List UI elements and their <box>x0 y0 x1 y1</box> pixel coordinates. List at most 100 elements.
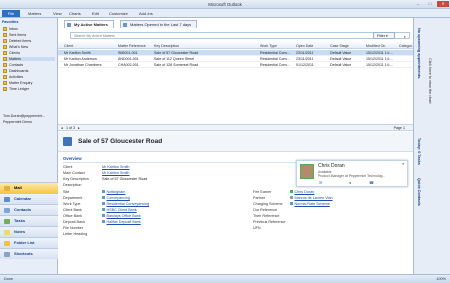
nav-item-clients[interactable]: Clients <box>3 51 20 55</box>
field-value-main-contact[interactable]: Mr Karlton Smith <box>102 171 129 175</box>
nav-item-deleted-items[interactable]: Deleted Items <box>3 39 31 43</box>
cell-open-date: 01/12/2011 <box>296 63 314 67</box>
search-icon[interactable]: ⌕ <box>404 34 406 39</box>
close-button[interactable]: ✕ <box>437 1 449 7</box>
nav-item-contacts[interactable]: Contacts <box>3 63 23 67</box>
nav-button-contacts[interactable]: Contacts <box>0 204 58 215</box>
detail-header: Sale of 57 Gloucester Road <box>58 132 413 152</box>
phone-icon[interactable]: ☎ <box>369 180 374 185</box>
lookup-icon <box>102 214 105 218</box>
col-work-type[interactable]: Work Type <box>260 44 277 48</box>
chat-icon[interactable]: ● <box>349 180 351 185</box>
favorites-header[interactable]: Favorites <box>2 20 18 24</box>
col-open-date[interactable]: Open Date <box>296 44 313 48</box>
cell-case-stage: Default Value <box>330 51 352 55</box>
nav-button-shortcuts[interactable]: Shortcuts <box>0 248 58 259</box>
lookup-icon <box>102 196 105 200</box>
field-label-our-reference: Our Reference <box>253 208 278 212</box>
no-appointments-label[interactable]: No upcoming appointments. <box>417 28 421 79</box>
pager-count: 1 of 3 <box>66 126 75 131</box>
detail-title: Sale of 57 Gloucester Road <box>78 138 163 145</box>
tab-matters[interactable]: Matters <box>28 11 41 16</box>
nav-button-tasks[interactable]: Tasks <box>0 215 58 226</box>
nav-item-activities[interactable]: Activities <box>3 75 23 79</box>
lookup-icon <box>102 208 105 212</box>
nav-button-folder-list[interactable]: Folder List <box>0 237 58 248</box>
folder-icon <box>3 33 7 37</box>
notes-icon <box>4 230 10 235</box>
table-row[interactable]: Mr Jonathan Chambers CHA002-001 Sale of … <box>58 62 413 68</box>
field-value-fee-earner[interactable]: Chris Doran <box>290 190 314 194</box>
contact-status: Available <box>318 169 332 174</box>
col-case-stage[interactable]: Case Stage <box>330 44 349 48</box>
nav-item-matters[interactable]: Matters <box>3 57 55 61</box>
field-label-previous-reference: Previous Reference <box>253 220 286 224</box>
field-value-client-bank[interactable]: HSBC Client Bank <box>102 208 137 212</box>
field-value-deposit-bank[interactable]: Halifax Deposit Bank <box>102 220 141 224</box>
mailbox-item[interactable]: Tom.Doran@peppermint... <box>3 114 45 118</box>
peppermint-demo-item[interactable]: Peppermint Demo <box>3 120 32 124</box>
search-input[interactable]: Search My Active Matters Filter ▾ ⌕ <box>70 32 410 39</box>
tab-my-active-matters[interactable]: My Active Matters <box>64 20 114 28</box>
field-value-work-type[interactable]: Residential Conveyancing <box>102 202 149 206</box>
minimize-button[interactable]: – <box>412 1 424 7</box>
nav-button-mail[interactable]: Mail <box>0 182 58 193</box>
field-value-site[interactable]: Nottingham <box>102 190 125 194</box>
tab-matters-opened-last-7-days[interactable]: Matters Opened in the Last 7 days <box>120 20 198 28</box>
presence-icon <box>290 190 293 194</box>
nav-item-sent-items[interactable]: Sent Items <box>3 33 26 37</box>
col-client[interactable]: Client <box>64 44 73 48</box>
tasks-label[interactable]: Today: 0 Tasks <box>417 138 421 165</box>
filter-dropdown[interactable]: Filter ▾ <box>373 32 395 39</box>
field-value-charging-scheme[interactable]: Normal Rate Scheme <box>290 202 330 206</box>
status-text: Done <box>4 277 14 281</box>
folder-icon <box>3 75 7 79</box>
pager-next[interactable]: ▸ <box>78 126 80 130</box>
cell-case-stage: Default Value <box>330 57 352 61</box>
main-content: My Active Matters Matters Opened in the … <box>58 18 415 274</box>
col-key-description[interactable]: Key Description <box>154 44 179 48</box>
zoom-level[interactable]: 100% <box>436 277 446 281</box>
cell-open-date: 23/11/2011 <box>296 51 314 55</box>
col-matter-reference[interactable]: Matter Reference <box>118 44 146 48</box>
nav-item-whats-new[interactable]: What's New <box>3 45 28 49</box>
status-bar: Done 100% <box>0 274 450 283</box>
file-tab[interactable]: File <box>2 10 20 17</box>
nav-item-dashboards[interactable]: Dashboards <box>3 69 28 73</box>
matter-icon <box>67 23 71 27</box>
cell-key-description: Sale of 128 Somerset Road <box>154 63 199 67</box>
nav-button-calendar[interactable]: Calendar <box>0 193 58 204</box>
lookup-icon <box>102 220 105 224</box>
field-label-deposit-bank: Deposit Bank <box>63 220 85 224</box>
shortcut-icon <box>4 252 10 257</box>
field-value-client[interactable]: Mr Karlton Smith <box>102 165 129 169</box>
arrange-chart-label[interactable]: Click here to view the chart <box>428 58 432 104</box>
tab-edit[interactable]: Edit <box>92 11 99 16</box>
nav-button-notes[interactable]: Notes <box>0 226 58 237</box>
nav-item-inbox[interactable]: Inbox <box>3 27 18 31</box>
col-modified-on[interactable]: Modified On <box>366 44 385 48</box>
field-label-charging-scheme: Charging Scheme <box>253 202 283 206</box>
cell-modified-on: 15/12/2011 14:... <box>366 51 393 55</box>
nav-item-matter-enquiry[interactable]: Matter Enquiry <box>3 81 32 85</box>
tab-customize[interactable]: Customize <box>109 11 128 16</box>
folder-icon <box>3 27 7 31</box>
grid-header: Client Matter Reference Key Description … <box>58 42 415 49</box>
email-icon[interactable]: ✉ <box>319 180 322 185</box>
tab-view[interactable]: View <box>53 11 62 16</box>
tab-add-ins[interactable]: Add-Ins <box>139 11 153 16</box>
tasks-icon <box>4 219 10 224</box>
field-label-description: Description <box>63 183 82 187</box>
quick-contacts-label[interactable]: Quick Contacts <box>417 178 421 206</box>
tab-charts[interactable]: Charts <box>69 11 81 16</box>
field-value-department[interactable]: Conveyancing <box>102 196 130 200</box>
maximize-button[interactable]: □ <box>424 1 436 7</box>
pager-prev[interactable]: ◂ <box>61 126 63 130</box>
cell-client: Mr Jonathan Chambers <box>64 63 102 67</box>
nav-item-time-ledger[interactable]: Time Ledger <box>3 87 29 91</box>
field-value-partner[interactable]: Marcus de Lauren Vian <box>290 196 333 200</box>
field-value-office-bank[interactable]: Barclays Office Bank <box>102 214 141 218</box>
card-options-icon[interactable]: ▾ <box>402 162 404 166</box>
field-label-work-type: Work Type <box>63 202 81 206</box>
field-label-client-bank: Client Bank <box>63 208 82 212</box>
